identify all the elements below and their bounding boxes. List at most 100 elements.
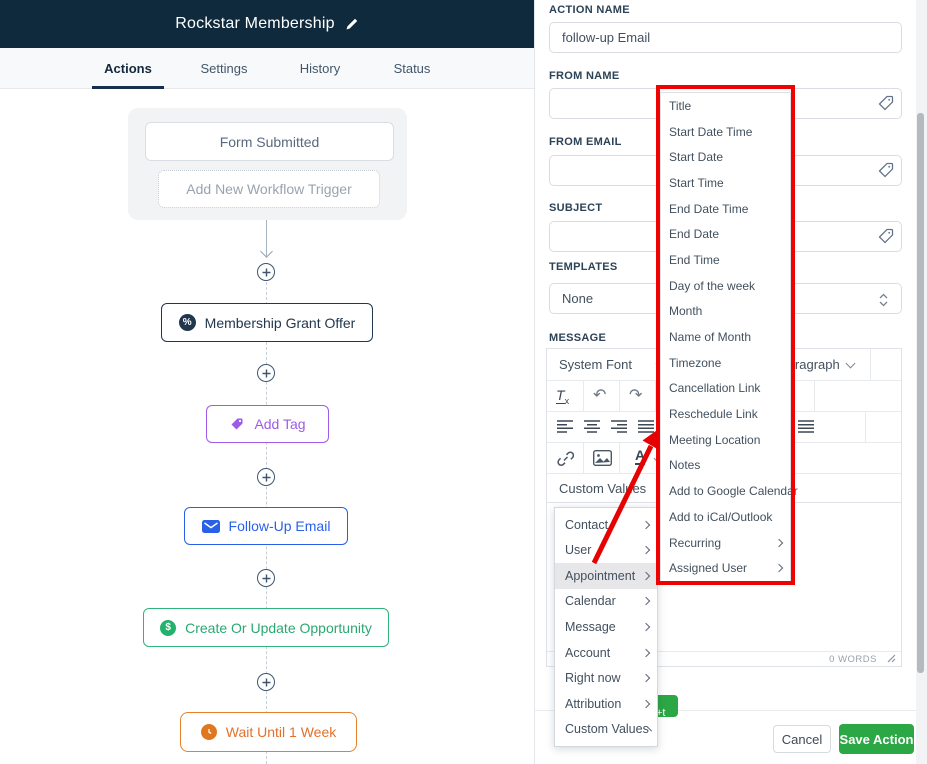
tab-settings[interactable]: Settings xyxy=(186,48,262,88)
envelope-icon xyxy=(201,519,220,533)
step-label: Membership Grant Offer xyxy=(204,314,356,331)
chevron-right-icon xyxy=(774,563,784,573)
list-icon[interactable] xyxy=(798,420,815,433)
chevron-right-icon xyxy=(641,597,651,606)
workflow-editor-screen: Rockstar Membership Actions Settings His… xyxy=(0,0,927,764)
percent-badge-icon: % xyxy=(178,314,196,331)
message-label: MESSAGE xyxy=(549,332,607,344)
align-justify-icon[interactable] xyxy=(638,420,655,433)
submenu-item-recurring[interactable]: Recurring xyxy=(661,530,790,556)
menu-item-calendar[interactable]: Calendar xyxy=(555,589,657,615)
step-membership-grant-offer[interactable]: % Membership Grant Offer xyxy=(161,303,373,342)
step-label: Follow-Up Email xyxy=(228,518,331,534)
step-add-tag[interactable]: Add Tag xyxy=(206,405,329,443)
submenu-item-meeting-location[interactable]: Meeting Location xyxy=(661,427,790,453)
align-center-icon[interactable] xyxy=(584,420,601,433)
edit-pencil-icon[interactable] xyxy=(345,17,359,31)
tab-bar: Actions Settings History Status xyxy=(0,48,534,89)
menu-item-appointment[interactable]: Appointment xyxy=(555,563,657,589)
image-icon[interactable] xyxy=(593,450,612,466)
appointment-submenu: Title Start Date Time Start Date Start T… xyxy=(660,92,798,582)
custom-values-menu: Contact User Appointment Calendar Messag… xyxy=(554,507,658,747)
submenu-item-end-date-time[interactable]: End Date Time xyxy=(661,196,790,222)
chevron-right-icon xyxy=(641,571,651,581)
step-label: Add Tag xyxy=(254,416,306,432)
chevron-right-icon xyxy=(641,699,651,708)
submenu-item-end-time[interactable]: End Time xyxy=(661,247,790,273)
menu-item-message[interactable]: Message xyxy=(555,614,657,640)
submenu-item-end-date[interactable]: End Date xyxy=(661,221,790,247)
add-step-button[interactable] xyxy=(257,468,275,486)
link-icon[interactable] xyxy=(557,450,574,467)
cancel-button[interactable]: Cancel xyxy=(773,725,831,753)
action-name-input[interactable] xyxy=(549,22,902,53)
plus-icon xyxy=(262,369,270,377)
step-label: Create Or Update Opportunity xyxy=(185,619,372,636)
from-name-label: FROM NAME xyxy=(549,70,620,82)
add-step-button[interactable] xyxy=(257,263,275,281)
trigger-card: Form Submitted Add New Workflow Trigger xyxy=(128,108,407,220)
menu-item-contact[interactable]: Contact xyxy=(555,512,657,538)
action-name-label: ACTION NAME xyxy=(549,4,630,16)
add-step-button[interactable] xyxy=(257,673,275,691)
step-wait-until-1-week[interactable]: Wait Until 1 Week xyxy=(180,712,357,752)
clock-icon xyxy=(200,724,217,740)
word-count: 0 WORDS xyxy=(829,653,877,665)
tab-actions[interactable]: Actions xyxy=(92,48,164,88)
templates-label: TEMPLATES xyxy=(549,261,618,273)
menu-item-right-now[interactable]: Right now xyxy=(555,665,657,691)
chevron-right-icon xyxy=(641,622,651,632)
plus-icon xyxy=(262,678,270,686)
clear-formatting-icon[interactable]: Tx xyxy=(556,387,569,406)
submenu-item-cancellation-link[interactable]: Cancellation Link xyxy=(661,376,790,402)
submenu-item-add-to-google-calendar[interactable]: Add to Google Calendar xyxy=(661,478,798,504)
submenu-item-start-date[interactable]: Start Date xyxy=(661,144,790,170)
chevron-right-icon xyxy=(641,673,651,683)
submenu-item-start-date-time[interactable]: Start Date Time xyxy=(661,119,790,145)
font-family-select[interactable]: System Font xyxy=(559,357,632,372)
merge-tag-icon[interactable] xyxy=(876,93,896,113)
merge-tag-icon[interactable] xyxy=(876,160,896,180)
chevron-right-icon xyxy=(641,546,651,555)
tab-status[interactable]: Status xyxy=(380,48,444,88)
undo-icon[interactable]: ↶ xyxy=(593,385,606,405)
step-label: Wait Until 1 Week xyxy=(225,724,337,740)
trigger-form-submitted[interactable]: Form Submitted xyxy=(145,122,394,161)
text-color-icon[interactable]: A xyxy=(635,448,646,465)
submenu-item-month[interactable]: Month xyxy=(661,299,790,325)
subject-label: SUBJECT xyxy=(549,202,603,214)
merge-tag-icon[interactable] xyxy=(876,226,896,246)
add-step-button[interactable] xyxy=(257,569,275,587)
resize-handle-icon[interactable] xyxy=(887,654,896,663)
submenu-item-reschedule-link[interactable]: Reschedule Link xyxy=(661,401,790,427)
submenu-item-start-time[interactable]: Start Time xyxy=(661,170,790,196)
tab-history[interactable]: History xyxy=(286,48,354,88)
active-tab-underline xyxy=(92,86,164,89)
add-step-button[interactable] xyxy=(257,364,275,382)
menu-item-attribution[interactable]: Attribution xyxy=(555,691,657,717)
chevron-down-icon xyxy=(845,358,856,369)
menu-item-user[interactable]: User xyxy=(555,538,657,564)
custom-values-select[interactable]: Custom Values xyxy=(559,481,646,496)
plus-icon xyxy=(262,473,270,481)
panel-scrollbar-thumb[interactable] xyxy=(917,113,924,673)
submenu-item-name-of-month[interactable]: Name of Month xyxy=(661,324,790,350)
add-workflow-trigger-button[interactable]: Add New Workflow Trigger xyxy=(158,170,380,208)
align-left-icon[interactable] xyxy=(557,420,574,433)
tag-icon xyxy=(231,418,243,430)
submenu-item-title[interactable]: Title xyxy=(661,93,790,119)
save-action-button[interactable]: Save Action xyxy=(839,724,914,754)
workflow-header: Rockstar Membership xyxy=(0,0,534,48)
submenu-item-notes[interactable]: Notes xyxy=(661,453,790,479)
menu-item-account[interactable]: Account xyxy=(555,640,657,666)
step-follow-up-email[interactable]: Follow-Up Email xyxy=(184,507,348,545)
step-create-or-update-opportunity[interactable]: $ Create Or Update Opportunity xyxy=(143,608,389,647)
redo-icon[interactable]: ↷ xyxy=(629,385,642,405)
chevron-right-icon xyxy=(774,538,784,547)
submenu-item-day-of-the-week[interactable]: Day of the week xyxy=(661,273,790,299)
align-right-icon[interactable] xyxy=(611,420,628,433)
submenu-item-add-to-ical-outlook[interactable]: Add to iCal/Outlook xyxy=(661,504,790,530)
submenu-item-assigned-user[interactable]: Assigned User xyxy=(661,555,790,581)
submenu-item-timezone[interactable]: Timezone xyxy=(661,350,790,376)
menu-item-custom-values[interactable]: Custom Values xyxy=(555,717,657,743)
